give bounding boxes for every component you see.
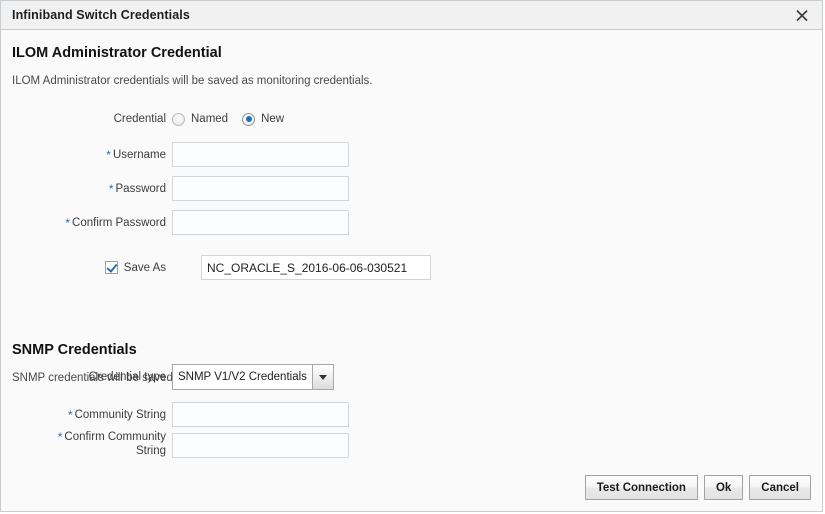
cancel-button[interactable]: Cancel <box>749 475 811 500</box>
confirm-password-label: * Confirm Password <box>12 216 172 230</box>
credential-type-row: Credential type SNMP V1/V2 Credentials <box>12 364 334 390</box>
dialog-titlebar: Infiniband Switch Credentials <box>1 1 822 30</box>
credential-label: Credential <box>113 113 166 125</box>
password-label-text: Password <box>115 182 167 195</box>
radio-new-label: New <box>261 113 285 125</box>
credential-type-label: Credential type <box>88 371 166 383</box>
username-row: * Username <box>12 142 349 167</box>
confirm-community-string-input[interactable] <box>172 433 349 458</box>
save-as-input[interactable] <box>201 255 431 280</box>
required-marker-icon: * <box>65 215 71 230</box>
ilom-section-heading: ILOM Administrator Credential <box>12 45 222 61</box>
credential-row: Credential Named New <box>12 112 298 126</box>
ilom-section-description: ILOM Administrator credentials will be s… <box>12 75 373 87</box>
required-marker-icon: * <box>67 407 73 422</box>
community-string-row: * Community String <box>12 402 349 427</box>
radio-option-new[interactable]: New <box>242 112 285 126</box>
radio-named-label: Named <box>191 113 229 125</box>
dialog-body: ILOM Administrator Credential ILOM Admin… <box>1 30 822 511</box>
confirm-community-string-label-line1: Confirm Community <box>64 431 166 443</box>
confirm-password-row: * Confirm Password <box>12 210 349 235</box>
save-as-label: Save As <box>123 261 166 274</box>
radio-new-icon <box>242 112 256 126</box>
chevron-down-icon[interactable] <box>312 365 333 389</box>
credential-radio-group: Named New <box>172 112 298 126</box>
confirm-community-string-label-line2: String <box>135 445 166 457</box>
radio-named-icon <box>172 112 185 126</box>
password-label: * Password <box>12 182 172 196</box>
infiniband-switch-credentials-dialog: Infiniband Switch Credentials ILOM Admin… <box>0 0 823 512</box>
radio-option-named[interactable]: Named <box>172 112 229 126</box>
required-marker-icon: * <box>57 430 63 444</box>
test-connection-button[interactable]: Test Connection <box>584 475 698 500</box>
community-string-input[interactable] <box>172 402 349 427</box>
required-marker-icon: * <box>106 147 111 162</box>
save-as-label-group[interactable]: Save As <box>12 261 172 275</box>
credential-type-selected-value: SNMP V1/V2 Credentials <box>173 365 312 389</box>
close-icon[interactable] <box>792 5 812 25</box>
confirm-community-string-label: * Confirm Community String <box>12 430 172 458</box>
community-string-label: * Community String <box>12 408 172 422</box>
confirm-password-input[interactable] <box>172 210 349 235</box>
save-as-row: Save As <box>12 255 431 280</box>
dialog-title: Infiniband Switch Credentials <box>12 8 190 22</box>
credential-type-select[interactable]: SNMP V1/V2 Credentials <box>172 364 334 390</box>
dialog-button-bar: Test Connection Ok Cancel <box>584 475 811 500</box>
username-label-text: Username <box>112 148 166 161</box>
snmp-section-heading: SNMP Credentials <box>12 342 137 358</box>
community-string-label-text: Community String <box>74 408 166 421</box>
username-input[interactable] <box>172 142 349 167</box>
password-row: * Password <box>12 176 349 201</box>
confirm-password-label-text: Confirm Password <box>72 216 166 229</box>
password-input[interactable] <box>172 176 349 201</box>
save-as-checkbox[interactable] <box>104 261 118 274</box>
required-marker-icon: * <box>108 181 114 196</box>
confirm-community-string-row: * Confirm Community String <box>12 430 349 458</box>
ok-button[interactable]: Ok <box>703 475 744 500</box>
username-label: * Username <box>12 148 172 162</box>
